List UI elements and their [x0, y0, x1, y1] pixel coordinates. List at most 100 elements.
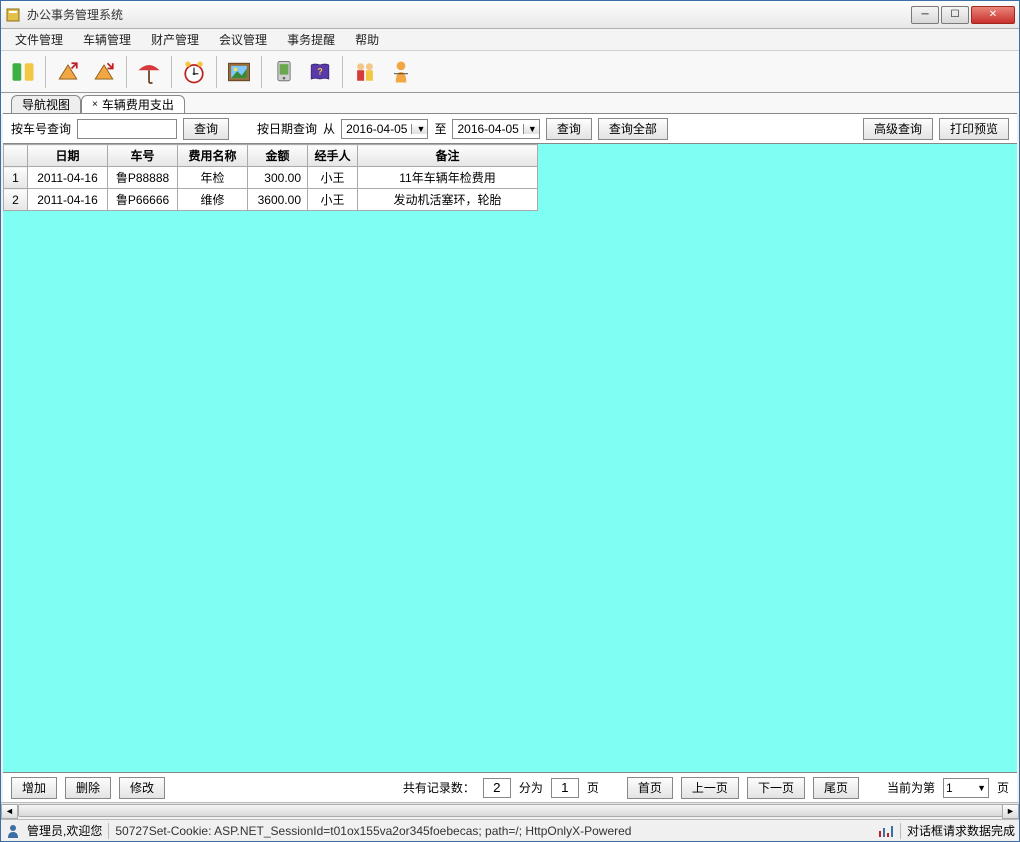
menu-file[interactable]: 文件管理 [7, 29, 71, 50]
horizontal-scrollbar[interactable]: ◄ ► [1, 802, 1019, 819]
pager-prev-button[interactable]: 上一页 [681, 777, 739, 799]
menu-asset[interactable]: 财产管理 [143, 29, 207, 50]
toolbar-icon-3[interactable] [88, 56, 120, 88]
app-icon [5, 7, 21, 23]
cell-handler: 小王 [308, 167, 358, 189]
filter-print-preview-button[interactable]: 打印预览 [939, 118, 1009, 140]
grid-header-handler[interactable]: 经手人 [308, 145, 358, 167]
add-button[interactable]: 增加 [11, 777, 57, 799]
status-user-text: 管理员,欢迎您 [27, 822, 102, 839]
toolbar-book-icon[interactable]: ? [304, 56, 336, 88]
tab-nav-label: 导航视图 [22, 96, 70, 113]
grid-area: 日期 车号 费用名称 金额 经手人 备注 12011-04-16鲁P88888年… [3, 144, 1017, 772]
scroll-right-icon[interactable]: ► [1002, 804, 1019, 819]
app-window: 办公事务管理系统 ─ ☐ ✕ 文件管理 车辆管理 财产管理 会议管理 事务提醒 … [0, 0, 1020, 842]
pager-total-label: 共有记录数： [403, 779, 475, 796]
pager-last-button[interactable]: 尾页 [813, 777, 859, 799]
filter-car-input[interactable] [77, 119, 177, 139]
menu-vehicle[interactable]: 车辆管理 [75, 29, 139, 50]
status-right-text: 对话框请求数据完成 [907, 822, 1015, 839]
menu-help[interactable]: 帮助 [347, 29, 387, 50]
grid-header-name[interactable]: 费用名称 [178, 145, 248, 167]
dropdown-icon[interactable]: ▼ [523, 124, 539, 134]
scroll-thumb[interactable] [18, 804, 1003, 817]
pager-page-unit-2: 页 [997, 779, 1009, 796]
toolbar-sep-3 [171, 56, 172, 88]
pager-page-unit-1: 页 [587, 779, 599, 796]
edit-button[interactable]: 修改 [119, 777, 165, 799]
pager-current-label: 当前为第 [887, 779, 935, 796]
cell-name: 年检 [178, 167, 248, 189]
minimize-button[interactable]: ─ [911, 6, 939, 24]
cell-rownum: 1 [4, 167, 28, 189]
cell-remark: 发动机活塞环，轮胎 [358, 189, 538, 211]
pager-total-value[interactable] [483, 778, 511, 798]
toolbar-sep-6 [342, 56, 343, 88]
grid-header-rownum[interactable] [4, 145, 28, 167]
pager-next-button[interactable]: 下一页 [747, 777, 805, 799]
grid-header-car[interactable]: 车号 [108, 145, 178, 167]
menu-remind[interactable]: 事务提醒 [279, 29, 343, 50]
pager-pages-value[interactable] [551, 778, 579, 798]
pager-bar: 增加 删除 修改 共有记录数： 分为 页 首页 上一页 下一页 尾页 当前为第 … [3, 772, 1017, 802]
toolbar-clock-icon[interactable] [178, 56, 210, 88]
toolbar-person-icon[interactable] [385, 56, 417, 88]
window-title: 办公事务管理系统 [27, 6, 911, 23]
filter-bar: 按车号查询 查询 按日期查询 从 2016-04-05▼ 至 2016-04-0… [3, 114, 1017, 144]
filter-date-query-button[interactable]: 查询 [546, 118, 592, 140]
cell-car: 鲁P66666 [108, 189, 178, 211]
titlebar: 办公事务管理系统 ─ ☐ ✕ [1, 1, 1019, 29]
delete-button[interactable]: 删除 [65, 777, 111, 799]
cell-car: 鲁P88888 [108, 167, 178, 189]
table-row[interactable]: 22011-04-16鲁P66666维修3600.00小王发动机活塞环，轮胎 [4, 189, 538, 211]
table-row[interactable]: 12011-04-16鲁P88888年检300.00小王11年车辆年检费用 [4, 167, 538, 189]
filter-date-from-value: 2016-04-05 [342, 122, 411, 136]
grid-header-row: 日期 车号 费用名称 金额 经手人 备注 [4, 145, 538, 167]
toolbar-umbrella-icon[interactable] [133, 56, 165, 88]
content-frame: 按车号查询 查询 按日期查询 从 2016-04-05▼ 至 2016-04-0… [3, 113, 1017, 802]
data-grid: 日期 车号 费用名称 金额 经手人 备注 12011-04-16鲁P88888年… [3, 144, 538, 211]
filter-date-to[interactable]: 2016-04-05▼ [452, 119, 539, 139]
cell-date: 2011-04-16 [28, 189, 108, 211]
window-controls: ─ ☐ ✕ [911, 6, 1015, 24]
toolbar-icon-1[interactable] [7, 56, 39, 88]
toolbar-sep-1 [45, 56, 46, 88]
dropdown-icon[interactable]: ▼ [977, 783, 986, 793]
menu-meeting[interactable]: 会议管理 [211, 29, 275, 50]
pager-split-label: 分为 [519, 779, 543, 796]
tab-expense[interactable]: × 车辆费用支出 [81, 95, 185, 113]
toolbar-sep-5 [261, 56, 262, 88]
cell-amount: 300.00 [248, 167, 308, 189]
dropdown-icon[interactable]: ▼ [411, 124, 427, 134]
cell-rownum: 2 [4, 189, 28, 211]
grid-header-date[interactable]: 日期 [28, 145, 108, 167]
grid-header-remark[interactable]: 备注 [358, 145, 538, 167]
toolbar-sep-2 [126, 56, 127, 88]
filter-date-label: 按日期查询 [257, 120, 317, 137]
grid-header-amount[interactable]: 金额 [248, 145, 308, 167]
toolbar-device-icon[interactable] [268, 56, 300, 88]
cell-amount: 3600.00 [248, 189, 308, 211]
tab-nav[interactable]: 导航视图 [11, 95, 81, 113]
filter-date-from[interactable]: 2016-04-05▼ [341, 119, 428, 139]
tab-bar: 导航视图 × 车辆费用支出 [1, 93, 1019, 113]
status-middle-text: 50727Set-Cookie: ASP.NET_SessionId=t01ox… [115, 824, 872, 838]
toolbar-picture-icon[interactable] [223, 56, 255, 88]
scroll-track[interactable] [18, 804, 1002, 819]
filter-adv-query-button[interactable]: 高级查询 [863, 118, 933, 140]
toolbar-icon-2[interactable] [52, 56, 84, 88]
pager-first-button[interactable]: 首页 [627, 777, 673, 799]
pager-current-combo[interactable]: 1▼ [943, 778, 989, 798]
filter-date-to-value: 2016-04-05 [453, 122, 522, 136]
scroll-left-icon[interactable]: ◄ [1, 804, 18, 819]
cell-date: 2011-04-16 [28, 167, 108, 189]
maximize-button[interactable]: ☐ [941, 6, 969, 24]
menubar: 文件管理 车辆管理 财产管理 会议管理 事务提醒 帮助 [1, 29, 1019, 51]
tab-close-icon[interactable]: × [92, 99, 98, 110]
toolbar-people-icon[interactable] [349, 56, 381, 88]
tab-expense-label: 车辆费用支出 [102, 96, 174, 113]
status-bars-icon [878, 823, 894, 839]
close-button[interactable]: ✕ [971, 6, 1015, 24]
filter-car-query-button[interactable]: 查询 [183, 118, 229, 140]
filter-query-all-button[interactable]: 查询全部 [598, 118, 668, 140]
